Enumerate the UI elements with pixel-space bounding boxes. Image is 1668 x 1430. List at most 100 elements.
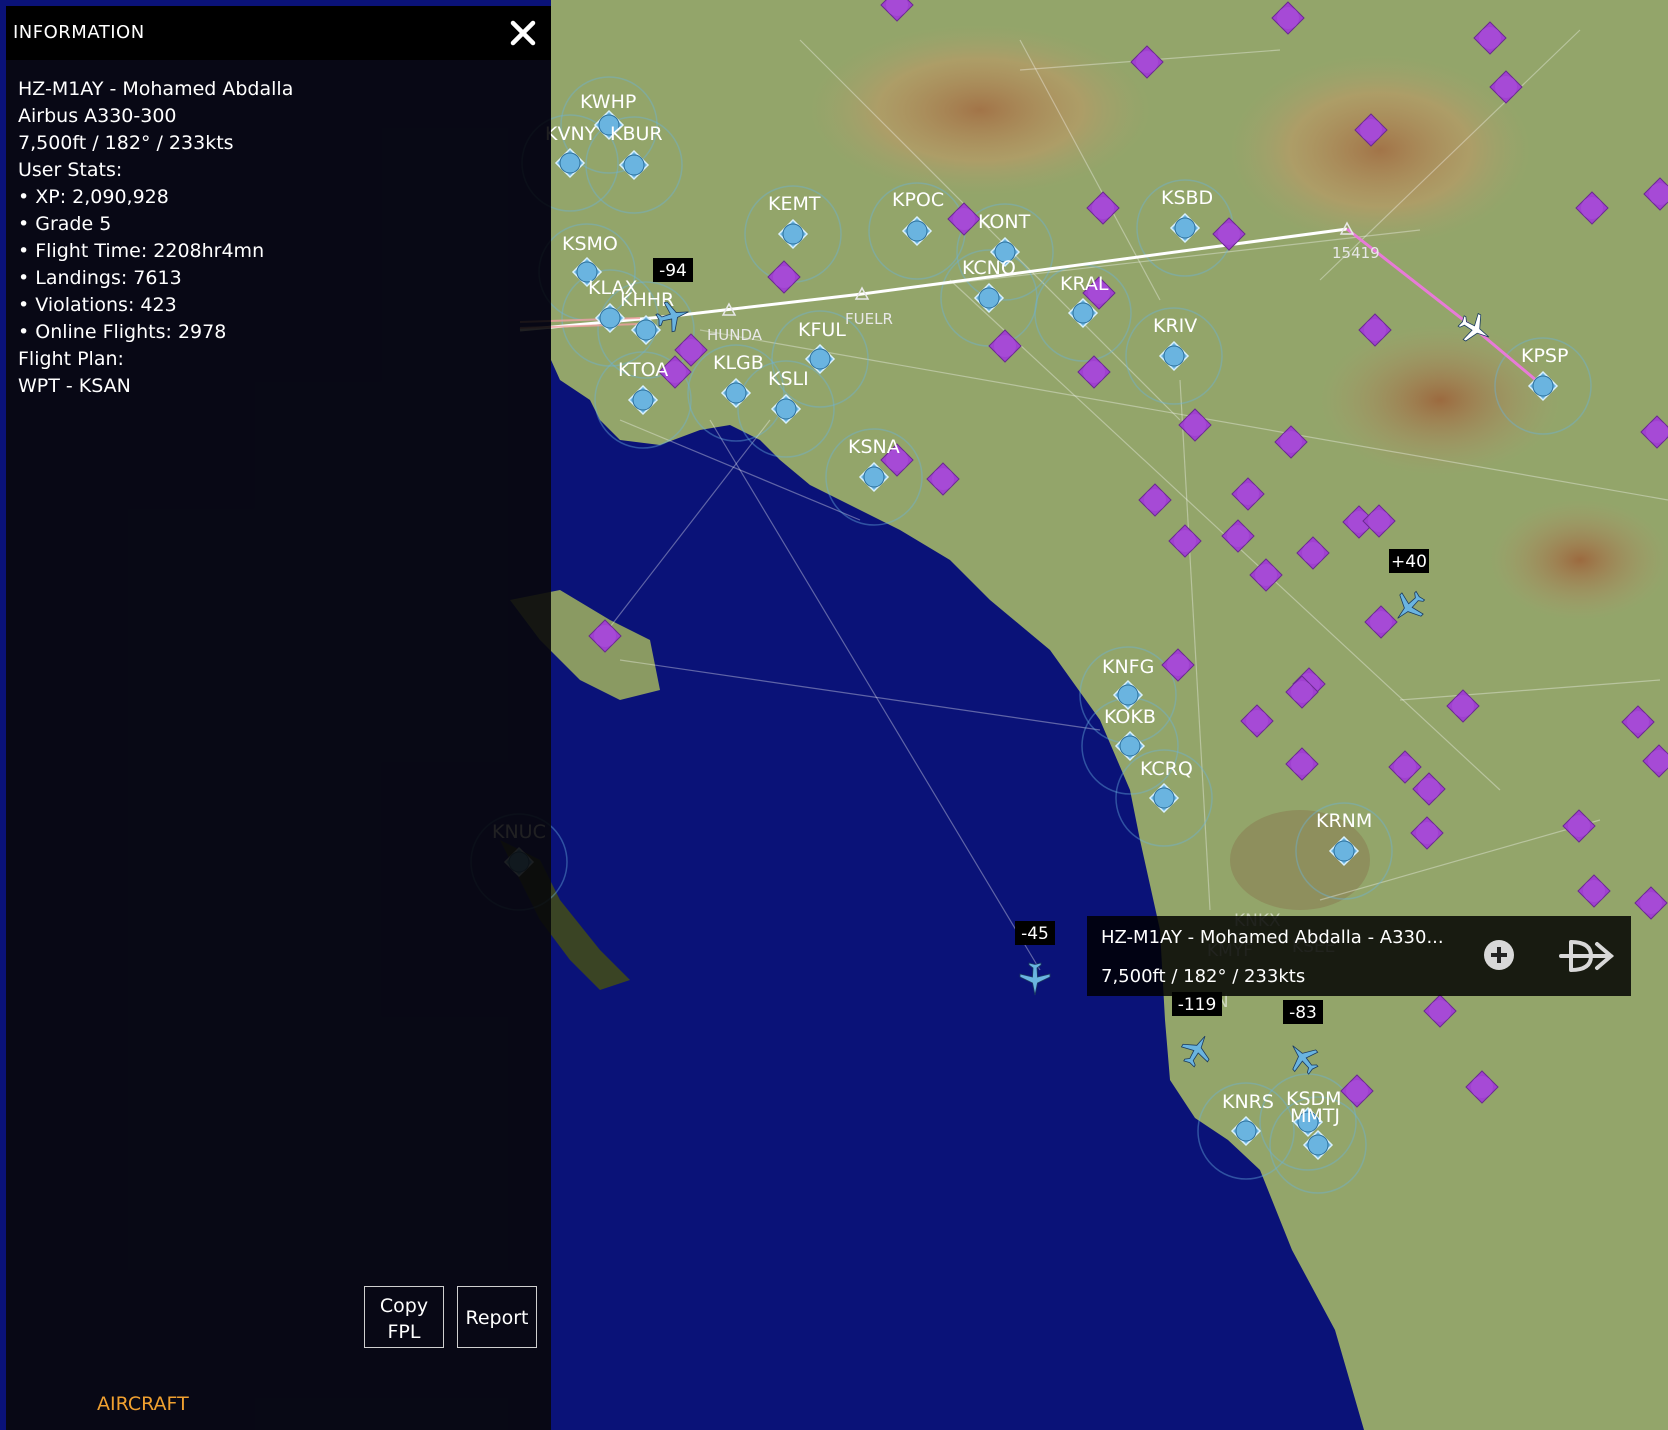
navaid-icon-core: [1583, 880, 1605, 902]
info-line: • Landings: 7613: [18, 267, 182, 289]
airport-label: KLGB: [713, 352, 764, 374]
airport-label: KSMO: [562, 233, 618, 255]
aircraft-popup[interactable]: HZ-M1AY - Mohamed Abdalla - A330... 7,50…: [1087, 916, 1631, 996]
close-icon[interactable]: [508, 18, 538, 48]
navaid-icon-core: [1184, 414, 1206, 436]
navaid-icon-core: [1174, 530, 1196, 552]
navaid-icon-core: [1360, 119, 1382, 141]
popup-title: HZ-M1AY - Mohamed Abdalla - A330...: [1101, 927, 1444, 948]
navaid-icon-core: [953, 208, 975, 230]
info-line: 7,500ft / 182° / 233kts: [18, 132, 234, 154]
airport-icon-core: [559, 152, 581, 174]
navaid-icon-core: [1246, 710, 1268, 732]
info-line: • Violations: 423: [18, 294, 177, 316]
airport-label: KWHP: [580, 91, 636, 113]
info-line: WPT - KSAN: [18, 375, 131, 397]
airport-icon-core: [725, 382, 747, 404]
navaid-icon-core: [1479, 27, 1501, 49]
airport-icon-core: [1117, 684, 1139, 706]
navaid-icon-core: [680, 339, 702, 361]
navaid-icon-core: [1646, 421, 1668, 443]
navaid-icon-core: [1370, 611, 1392, 633]
airport-label: KRIV: [1153, 315, 1197, 337]
airport-label: KPSP: [1521, 345, 1568, 367]
airport-label: KPOC: [892, 189, 944, 211]
navaid-icon-core: [1640, 892, 1662, 914]
information-panel: INFORMATION HZ-M1AY - Mohamed Abdalla Ai…: [6, 6, 551, 1430]
terrain: [1490, 500, 1668, 620]
airport-icon-core: [1235, 1120, 1257, 1142]
navaid-icon-core: [1495, 76, 1517, 98]
report-button[interactable]: Report: [457, 1286, 537, 1348]
terrain: [810, 25, 1150, 195]
airport-icon-core: [1532, 375, 1554, 397]
add-circle-icon[interactable]: [1482, 938, 1516, 972]
airport-icon-core: [1153, 787, 1175, 809]
airport-label: KVNY: [545, 123, 597, 145]
airport-label: KCRQ: [1140, 758, 1193, 780]
navaid-icon-core: [1394, 756, 1416, 778]
airport-icon-core: [775, 398, 797, 420]
airport-icon-core: [978, 287, 1000, 309]
waypoint-label: FUELR: [845, 310, 893, 328]
navaid-icon-core: [1568, 815, 1590, 837]
airport-label: KTOA: [618, 359, 668, 381]
navaid-icon-core: [1291, 681, 1313, 703]
waypoint-label: HUNDA: [707, 326, 763, 344]
terrain: [1230, 55, 1530, 245]
airport-icon-core: [623, 154, 645, 176]
info-line: • Grade 5: [18, 213, 112, 235]
navaid-icon-core: [1302, 542, 1324, 564]
navaid-icon-core: [1471, 1076, 1493, 1098]
copy-fpl-label-2: FPL: [387, 1320, 421, 1343]
altitude-tag: -94: [659, 261, 687, 281]
follow-plane-icon[interactable]: [1557, 936, 1615, 976]
navaid-icon-core: [1136, 51, 1158, 73]
airport-label: KCNO: [962, 257, 1016, 279]
navaid-icon-core: [1346, 1080, 1368, 1102]
airport-icon-core: [782, 223, 804, 245]
airport-icon-core: [1307, 1134, 1329, 1156]
airport-icon-core: [1174, 217, 1196, 239]
airport-label: KONT: [978, 211, 1031, 233]
airport-label: KFUL: [798, 319, 846, 341]
airport-label: KRAL: [1060, 273, 1109, 295]
navaid-icon-core: [1368, 510, 1390, 532]
copy-fpl-button[interactable]: Copy FPL: [364, 1286, 444, 1348]
altitude-tag: -45: [1021, 924, 1049, 944]
airport-icon-core: [599, 307, 621, 329]
info-list: HZ-M1AY - Mohamed Abdalla Airbus A330-30…: [18, 76, 293, 400]
waypoint-label: 15419: [1332, 244, 1380, 262]
tab-aircraft[interactable]: AIRCRAFT: [97, 1393, 189, 1415]
navaid-icon-core: [1092, 197, 1114, 219]
airport-icon-core: [809, 348, 831, 370]
navaid-icon-core: [1452, 695, 1474, 717]
navaid-icon-core: [1429, 1000, 1451, 1022]
navaid-icon-core: [1218, 223, 1240, 245]
airport-label: KRNM: [1316, 810, 1372, 832]
airport-label: KSNA: [848, 436, 900, 458]
navaid-icon-core: [1167, 654, 1189, 676]
copy-fpl-label-1: Copy: [379, 1294, 429, 1317]
panel-title: INFORMATION: [13, 22, 145, 43]
info-line: • Online Flights: 2978: [18, 321, 227, 343]
airport-label: KHHR: [620, 289, 674, 311]
navaid-icon-core: [994, 335, 1016, 357]
info-line: HZ-M1AY - Mohamed Abdalla: [18, 78, 294, 100]
altitude-tag: -119: [1178, 995, 1217, 1015]
navaid-icon-core: [773, 266, 795, 288]
airport-label: KBUR: [610, 123, 663, 145]
airport-label: KSLI: [768, 368, 809, 390]
navaid-icon-core: [1280, 431, 1302, 453]
airport-icon-core: [1119, 735, 1141, 757]
airport-icon-core: [635, 319, 657, 341]
airport-label: KNRS: [1222, 1091, 1274, 1113]
popup-details: 7,500ft / 182° / 233kts: [1101, 966, 1306, 987]
navaid-icon-core: [594, 625, 616, 647]
airport-label: MMTJ: [1290, 1105, 1340, 1127]
navaid-icon-core: [1237, 483, 1259, 505]
navaid-icon-core: [1581, 197, 1603, 219]
airport-icon-core: [1072, 302, 1094, 324]
navaid-icon-core: [1291, 753, 1313, 775]
navaid-icon-core: [1144, 489, 1166, 511]
